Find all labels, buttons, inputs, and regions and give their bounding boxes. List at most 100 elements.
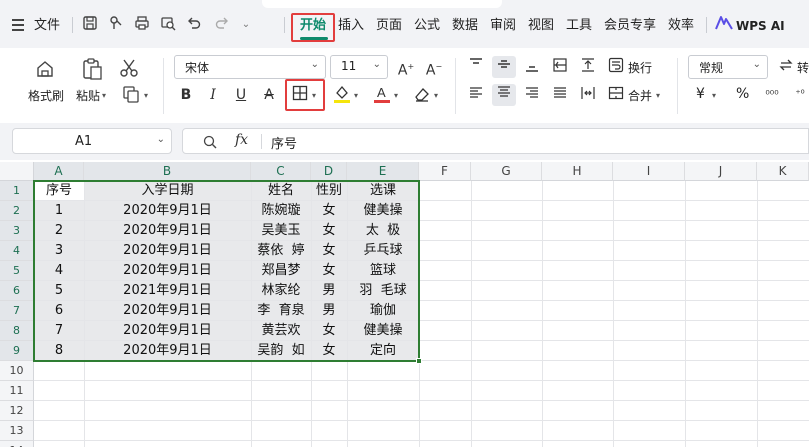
column-header[interactable]: J [685, 162, 757, 181]
borders-icon[interactable] [290, 85, 310, 105]
row-header[interactable]: 4 [0, 241, 34, 261]
convert-button[interactable]: 转 [797, 59, 809, 76]
row-header[interactable]: 7 [0, 301, 34, 321]
align-right-icon[interactable] [522, 85, 542, 105]
tab-home[interactable]: 开始 [300, 16, 326, 36]
zoom-search-icon[interactable] [203, 132, 217, 153]
tab-review[interactable]: 审阅 [490, 16, 516, 36]
tab-insert[interactable]: 插入 [338, 16, 364, 36]
thousands-separator-icon[interactable]: ⁰⁰⁰ [762, 85, 782, 105]
tab-data[interactable]: 数据 [452, 16, 478, 36]
clear-format-icon[interactable] [412, 85, 432, 105]
tab-view[interactable]: 视图 [528, 16, 554, 36]
column-header[interactable]: G [471, 162, 542, 181]
print-preview-icon[interactable] [158, 15, 178, 35]
row-header[interactable]: 13 [0, 421, 34, 441]
tab-membership[interactable]: 会员专享 [604, 16, 656, 36]
row-header[interactable]: 8 [0, 321, 34, 341]
column-header[interactable]: K [757, 162, 809, 181]
paste-dropdown-chevron-icon[interactable]: ▾ [102, 91, 106, 100]
tab-page[interactable]: 页面 [376, 16, 402, 36]
column-header[interactable]: D [311, 162, 347, 181]
italic-icon[interactable]: I [203, 85, 223, 105]
align-middle-icon[interactable] [492, 56, 516, 78]
increase-decimal-icon[interactable]: ⁺⁰ [790, 85, 809, 105]
format-painter-button[interactable]: 格式刷 [28, 87, 64, 104]
wps-ai-button[interactable]: WPS AI [736, 16, 785, 36]
distributed-align-icon[interactable] [578, 85, 598, 105]
font-color-chevron-icon[interactable]: ▾ [394, 91, 398, 100]
convert-icon[interactable] [776, 57, 796, 77]
column-header[interactable]: I [613, 162, 685, 181]
bold-icon[interactable]: B [176, 85, 196, 105]
currency-button[interactable]: ¥ [696, 86, 705, 102]
row-header[interactable]: 6 [0, 281, 34, 301]
column-header[interactable]: B [84, 162, 251, 181]
decrease-font-size-icon[interactable]: A− [424, 57, 444, 79]
tab-formula[interactable]: 公式 [414, 16, 440, 36]
column-header[interactable]: A [34, 162, 84, 181]
fill-color-chevron-icon[interactable]: ▾ [354, 91, 358, 100]
row-header[interactable]: 5 [0, 261, 34, 281]
align-top-icon[interactable] [466, 57, 486, 77]
wps-ai-icon[interactable] [714, 15, 734, 35]
font-name-select[interactable]: 宋体 ⌄ [174, 55, 326, 79]
cut-icon[interactable] [118, 58, 140, 78]
function-fx-icon[interactable]: fx [235, 132, 248, 148]
print-icon[interactable] [132, 15, 152, 35]
align-left-icon[interactable] [466, 85, 486, 105]
column-header[interactable]: H [542, 162, 613, 181]
merge-cells-icon[interactable] [606, 85, 626, 105]
row-header[interactable]: 14 [0, 441, 34, 447]
currency-dropdown-chevron-icon[interactable]: ▾ [712, 91, 716, 100]
increase-font-size-icon[interactable]: A+ [396, 57, 416, 79]
tab-tools[interactable]: 工具 [566, 16, 592, 36]
row-header[interactable]: 10 [0, 361, 34, 381]
row-header[interactable]: 3 [0, 221, 34, 241]
percent-button[interactable]: % [736, 86, 749, 102]
undo-icon[interactable] [184, 15, 204, 35]
underline-icon[interactable]: U [231, 85, 251, 105]
formula-content[interactable]: 序号 [271, 133, 297, 152]
copy-dropdown-chevron-icon[interactable]: ▾ [144, 91, 148, 100]
font-size-select[interactable]: 11 ⌄ [330, 55, 388, 79]
clear-format-chevron-icon[interactable]: ▾ [434, 91, 438, 100]
copy-icon[interactable] [120, 85, 142, 105]
strikethrough-icon[interactable]: A [259, 85, 279, 105]
font-color-icon[interactable]: A [372, 84, 392, 106]
row-header[interactable]: 11 [0, 381, 34, 401]
hamburger-menu-icon[interactable] [8, 16, 28, 36]
tab-efficiency[interactable]: 效率 [668, 16, 694, 36]
name-box[interactable]: A1 ⌄ [12, 128, 172, 154]
select-all-corner[interactable] [0, 162, 34, 181]
borders-dropdown-chevron-icon[interactable]: ▾ [312, 91, 316, 100]
row-header[interactable]: 9 [0, 341, 34, 361]
save-icon[interactable] [80, 15, 100, 35]
wrap-text-icon[interactable] [606, 57, 626, 77]
column-header[interactable]: F [419, 162, 471, 181]
column-header[interactable]: E [347, 162, 419, 181]
row-header[interactable]: 1 [0, 181, 34, 201]
share-icon[interactable] [106, 15, 126, 35]
spreadsheet-grid[interactable]: ABCDEFGHIJK1234567891011121314序号入学日期姓名性别… [0, 162, 809, 447]
wrap-text-button[interactable]: 换行 [628, 59, 652, 76]
paste-icon[interactable] [80, 57, 104, 81]
row-header[interactable]: 2 [0, 201, 34, 221]
redo-icon[interactable] [212, 15, 232, 35]
formula-input[interactable]: fx 序号 [182, 128, 809, 154]
number-format-select[interactable]: 常规 ⌄ [688, 55, 768, 79]
file-menu[interactable]: 文件 [34, 16, 60, 36]
vertical-distribute-icon[interactable] [578, 57, 598, 77]
format-painter-icon[interactable] [34, 58, 56, 80]
fill-handle[interactable] [416, 358, 422, 364]
merge-button[interactable]: 合并 [628, 87, 652, 104]
fill-color-icon[interactable] [332, 84, 352, 106]
merge-dropdown-chevron-icon[interactable]: ▾ [656, 91, 660, 100]
more-chevron-icon[interactable]: ⌄ [236, 15, 256, 35]
align-center-icon[interactable] [492, 84, 516, 106]
indent-icon[interactable] [550, 57, 570, 77]
row-header[interactable]: 12 [0, 401, 34, 421]
justify-icon[interactable] [550, 85, 570, 105]
align-bottom-icon[interactable] [522, 57, 542, 77]
column-header[interactable]: C [251, 162, 311, 181]
